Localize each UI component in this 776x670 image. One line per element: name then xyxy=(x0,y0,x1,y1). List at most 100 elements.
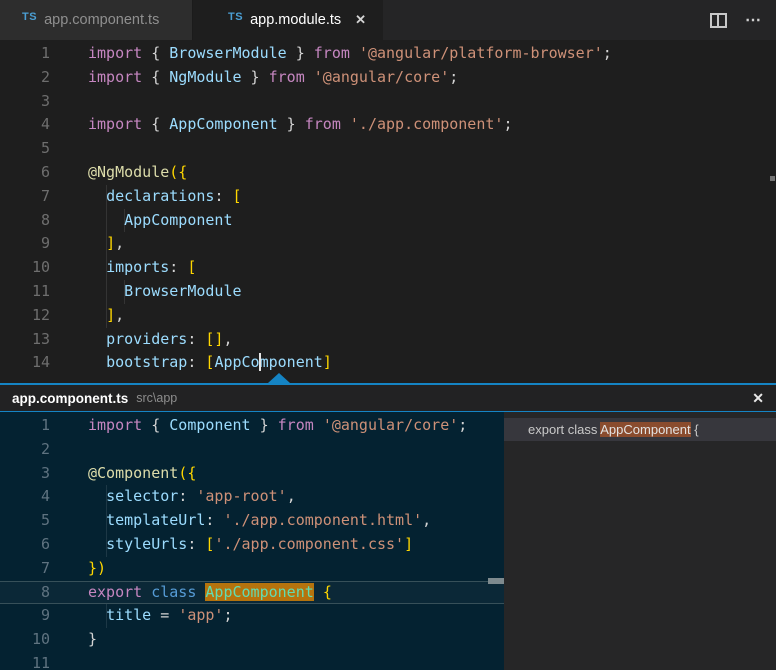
code-text: import { BrowserModule } from '@angular/… xyxy=(88,42,612,66)
code-text: declarations: [ xyxy=(88,185,242,209)
reference-result-item[interactable]: export class AppComponent { xyxy=(504,418,776,441)
line-number: 4 xyxy=(0,485,50,509)
typescript-file-icon: TS xyxy=(228,11,243,23)
overview-ruler-marker xyxy=(770,176,775,181)
code-text: @NgModule({ xyxy=(88,161,187,185)
line-number: 8 xyxy=(0,209,50,233)
code-text: import { AppComponent } from './app.comp… xyxy=(88,113,512,137)
line-number: 2 xyxy=(0,66,50,90)
line-number: 10 xyxy=(0,256,50,280)
code-line[interactable]: 10} xyxy=(0,628,504,652)
code-line[interactable]: 3 xyxy=(0,90,776,114)
code-lines: 1 import { Component } from '@angular/cor… xyxy=(0,414,504,670)
code-line[interactable]: 5 xyxy=(0,137,776,161)
editor-actions: ⋯ xyxy=(710,0,776,40)
code-line[interactable]: 12 ], xyxy=(0,304,776,328)
code-line[interactable]: 11 xyxy=(0,652,504,670)
line-number: 5 xyxy=(0,137,50,161)
code-text: AppComponent xyxy=(88,209,233,233)
code-text: selector: 'app-root', xyxy=(88,485,296,509)
line-number: 4 xyxy=(0,113,50,137)
code-line[interactable]: 8 export class AppComponent { xyxy=(0,581,504,605)
reference-match-highlight: AppComponent xyxy=(600,422,690,437)
peek-references-list: export class AppComponent { xyxy=(504,412,776,670)
more-actions-icon[interactable]: ⋯ xyxy=(745,10,762,30)
typescript-file-icon: TS xyxy=(22,11,37,23)
tab-app-module-ts[interactable]: TS app.module.ts ✕ xyxy=(193,0,383,40)
code-text: @Component({ xyxy=(88,462,196,486)
line-number: 6 xyxy=(0,533,50,557)
code-line[interactable]: 4 selector: 'app-root', xyxy=(0,485,504,509)
line-number: 8 xyxy=(0,582,50,604)
tab-app-component-ts[interactable]: TS app.component.ts xyxy=(0,0,193,40)
code-line[interactable]: 13 providers: [], xyxy=(0,328,776,352)
code-text: ], xyxy=(88,232,124,256)
line-number: 13 xyxy=(0,328,50,352)
line-number: 10 xyxy=(0,628,50,652)
tab-label: app.module.ts xyxy=(250,12,341,28)
code-line[interactable]: 7}) xyxy=(0,557,504,581)
code-text: bootstrap: [AppComponent] xyxy=(88,351,332,375)
reference-match-highlight: AppComponent xyxy=(205,583,313,601)
code-text: imports: [ xyxy=(88,256,196,280)
code-lines: 1 import { BrowserModule } from '@angular… xyxy=(0,42,776,375)
peek-references-widget: app.component.ts src\app ✕ 1 import { Com… xyxy=(0,383,776,670)
code-text: BrowserModule xyxy=(88,280,242,304)
code-text: }) xyxy=(88,557,106,581)
code-text: styleUrls: ['./app.component.css'] xyxy=(88,533,413,557)
split-editor-icon[interactable] xyxy=(710,13,727,28)
code-text: providers: [], xyxy=(88,328,233,352)
tab-bar: TS app.component.ts TS app.module.ts ✕ ⋯ xyxy=(0,0,776,40)
code-text: } xyxy=(88,628,97,652)
code-text: import { NgModule } from '@angular/core'… xyxy=(88,66,458,90)
code-line[interactable]: 10 imports: [ xyxy=(0,256,776,280)
line-number: 7 xyxy=(0,185,50,209)
peek-header: app.component.ts src\app ✕ xyxy=(0,385,776,411)
close-peek-icon[interactable]: ✕ xyxy=(752,390,764,407)
code-line[interactable]: 14 bootstrap: [AppComponent] xyxy=(0,351,776,375)
line-number: 2 xyxy=(0,438,50,462)
peek-file-path: src\app xyxy=(136,391,177,405)
peek-editor-app-component[interactable]: 1 import { Component } from '@angular/cor… xyxy=(0,412,504,670)
code-line[interactable]: 2 xyxy=(0,438,504,462)
line-number: 11 xyxy=(0,280,50,304)
code-line[interactable]: 9 title = 'app'; xyxy=(0,604,504,628)
code-line[interactable]: 11 BrowserModule xyxy=(0,280,776,304)
line-number: 1 xyxy=(0,414,50,438)
code-line[interactable]: 6 styleUrls: ['./app.component.css'] xyxy=(0,533,504,557)
code-text: export class AppComponent { xyxy=(88,582,332,604)
code-line[interactable]: 4 import { AppComponent } from './app.com… xyxy=(0,113,776,137)
line-number: 9 xyxy=(0,604,50,628)
code-line[interactable]: 6 @NgModule({ xyxy=(0,161,776,185)
editor-app-module[interactable]: 1 import { BrowserModule } from '@angular… xyxy=(0,40,776,383)
line-number: 7 xyxy=(0,557,50,581)
peek-file-title: app.component.ts xyxy=(12,391,128,406)
code-line[interactable]: 3 @Component({ xyxy=(0,462,504,486)
line-number: 5 xyxy=(0,509,50,533)
close-tab-icon[interactable]: ✕ xyxy=(355,12,366,28)
line-number: 14 xyxy=(0,351,50,375)
line-number: 12 xyxy=(0,304,50,328)
tab-label: app.component.ts xyxy=(44,12,159,28)
peek-scrollbar-marker[interactable] xyxy=(488,578,504,584)
peek-anchor-arrow-icon xyxy=(268,373,290,383)
line-number: 6 xyxy=(0,161,50,185)
code-text: ], xyxy=(88,304,124,328)
code-text: import { Component } from '@angular/core… xyxy=(88,414,467,438)
code-line[interactable]: 9 ], xyxy=(0,232,776,256)
code-line[interactable]: 7 declarations: [ xyxy=(0,185,776,209)
code-line[interactable]: 5 templateUrl: './app.component.html', xyxy=(0,509,504,533)
line-number: 11 xyxy=(0,652,50,670)
line-number: 3 xyxy=(0,462,50,486)
code-line[interactable]: 2 import { NgModule } from '@angular/core… xyxy=(0,66,776,90)
code-line[interactable]: 1 import { BrowserModule } from '@angular… xyxy=(0,42,776,66)
code-text: title = 'app'; xyxy=(88,604,233,628)
code-line[interactable]: 1 import { Component } from '@angular/cor… xyxy=(0,414,504,438)
text-cursor xyxy=(259,353,261,371)
code-line[interactable]: 8 AppComponent xyxy=(0,209,776,233)
peek-border xyxy=(0,383,776,385)
line-number: 3 xyxy=(0,90,50,114)
line-number: 9 xyxy=(0,232,50,256)
code-text: templateUrl: './app.component.html', xyxy=(88,509,431,533)
line-number: 1 xyxy=(0,42,50,66)
